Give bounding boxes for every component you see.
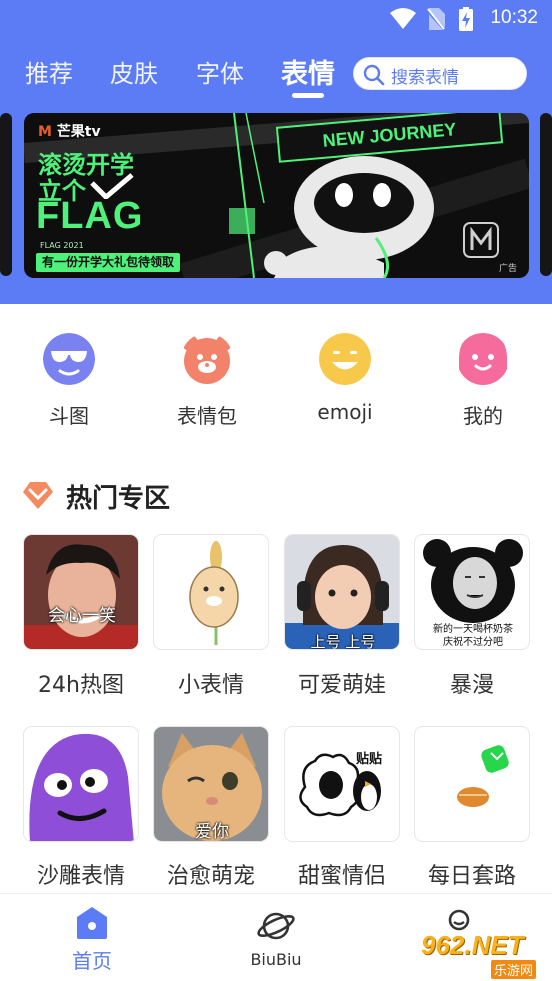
nav-home-label: 首页 <box>72 949 112 973</box>
tile-label: 每日套路 <box>427 864 516 889</box>
tile-label: 小表情 <box>177 673 244 698</box>
home-icon <box>77 907 107 939</box>
tile-caption-line2: 庆祝不过分吧 <box>443 637 503 648</box>
tile-small-emoticon[interactable] <box>153 534 269 650</box>
banner-brand: M 芒果tv <box>38 124 101 140</box>
tile-caption: 爱你 <box>195 822 229 842</box>
ad-tag: 广告 <box>498 264 517 274</box>
tile-image-boy <box>24 535 138 649</box>
nav-biubiu[interactable]: BiuBiu <box>206 894 346 981</box>
tab-font[interactable]: 字体 <box>196 54 244 89</box>
tile-sweet-couple[interactable]: 贴贴 <box>284 726 400 842</box>
tile-label: 沙雕表情 <box>36 864 125 889</box>
tile-24h-hot[interactable]: 会心一笑 <box>23 534 139 650</box>
status-bar: 10:32 <box>0 0 552 40</box>
no-sim-icon <box>427 8 445 30</box>
tile-comic[interactable]: 新的一天喝杯奶茶 庆祝不过分吧 <box>414 534 530 650</box>
category-label-pack: 表情包 <box>177 404 237 428</box>
ghost-face-icon <box>459 333 507 385</box>
tile-caption: 贴贴 <box>355 752 382 767</box>
category-label-emoji: emoji <box>317 400 373 424</box>
tile-image-tea-cookie <box>415 727 529 841</box>
bear-face-icon <box>182 335 232 384</box>
tab-skin[interactable]: 皮肤 <box>110 54 158 89</box>
tile-healing-pet[interactable]: 爱你 <box>153 726 269 842</box>
tile-caption: 上号 上号 <box>310 633 376 650</box>
heart-diamond-icon <box>23 482 53 509</box>
promo-banner[interactable]: M 芒果tv 滚烫开学 立个 FLAG FLAG 2021 有一份开学大礼包待领… <box>24 113 529 278</box>
tile-cute-kid[interactable]: 上号 上号 <box>284 534 400 650</box>
tile-image-hamster <box>154 535 268 649</box>
tile-caption-line1: 新的一天喝杯奶茶 <box>433 624 513 635</box>
banner-subline: 有一份开学大礼包待领取 <box>36 253 181 272</box>
search-input[interactable]: 搜索表情 <box>353 57 527 90</box>
search-placeholder: 搜索表情 <box>391 68 459 88</box>
section-title: 热门专区 <box>66 484 171 514</box>
site-watermark: 962.NET 乐游网 <box>413 930 547 979</box>
tile-daily-tricks[interactable] <box>414 726 530 842</box>
tile-image-purple-creature <box>24 727 138 841</box>
tile-label: 治愈萌宠 <box>166 864 255 889</box>
search-icon <box>363 64 385 86</box>
category-label-doutu: 斗图 <box>49 404 89 428</box>
tab-recommend[interactable]: 推荐 <box>25 54 73 89</box>
smile-face-icon <box>319 333 371 385</box>
nav-home[interactable]: 首页 <box>22 894 162 981</box>
wifi-icon <box>390 8 416 29</box>
tab-emoticon[interactable]: 表情 <box>281 52 335 91</box>
watermark-main: 962.NET <box>421 930 524 960</box>
tile-label: 可爱萌娃 <box>297 673 386 698</box>
banner-year: FLAG 2021 <box>40 241 84 250</box>
banner-flag: FLAG <box>36 195 144 237</box>
tile-caption: 会心一笑 <box>48 606 116 626</box>
nav-biubiu-label: BiuBiu <box>250 950 302 969</box>
watermark-sub: 乐游网 <box>491 960 537 979</box>
banner-prev-peek[interactable] <box>0 113 12 276</box>
planet-icon <box>257 912 295 940</box>
active-tab-indicator <box>292 93 324 98</box>
tile-label: 暴漫 <box>449 673 494 698</box>
cool-face-icon <box>43 333 95 385</box>
status-time: 10:32 <box>490 7 538 28</box>
category-label-mine: 我的 <box>463 404 503 428</box>
tile-label: 甜蜜情侣 <box>297 864 386 889</box>
tile-image-sheep-penguin <box>285 727 399 841</box>
battery-charging-icon <box>459 7 473 31</box>
tile-silly[interactable] <box>23 726 139 842</box>
tile-label: 24h热图 <box>38 673 124 698</box>
banner-next-peek[interactable] <box>540 113 552 276</box>
